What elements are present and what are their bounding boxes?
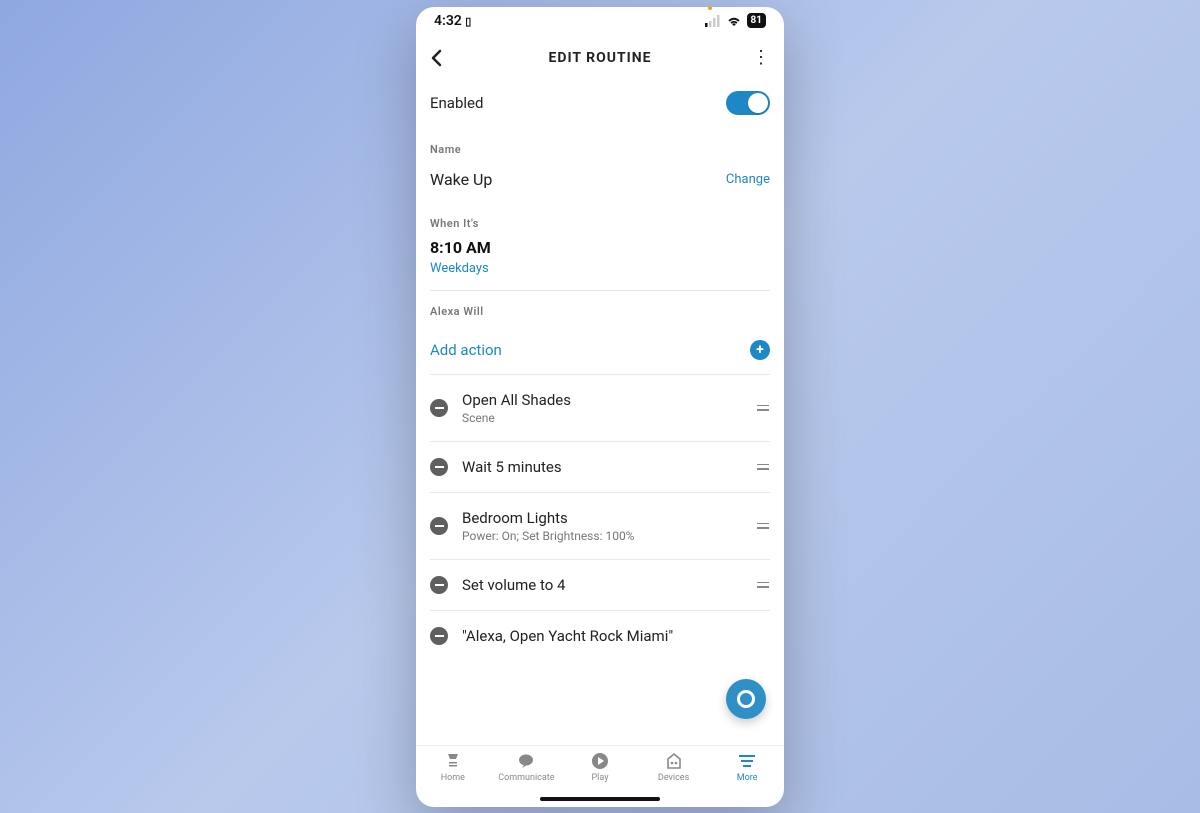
- remove-action-button[interactable]: [430, 517, 448, 535]
- action-title: "Alexa, Open Yacht Rock Miami": [462, 627, 770, 645]
- tab-label: Home: [441, 773, 465, 783]
- add-action-plus-icon[interactable]: +: [750, 340, 770, 360]
- action-title: Set volume to 4: [462, 576, 742, 594]
- enabled-label: Enabled: [430, 94, 483, 112]
- action-title: Bedroom Lights: [462, 509, 742, 527]
- section-label-actions: Alexa Will: [430, 305, 770, 318]
- tab-label: More: [737, 773, 758, 783]
- tab-play[interactable]: Play: [566, 752, 634, 783]
- action-text[interactable]: "Alexa, Open Yacht Rock Miami": [462, 627, 770, 645]
- tab-devices[interactable]: Devices: [640, 752, 708, 783]
- action-title: Wait 5 minutes: [462, 458, 742, 476]
- drag-handle-icon[interactable]: [756, 523, 770, 529]
- section-label-name: Name: [430, 143, 770, 156]
- action-text[interactable]: Wait 5 minutes: [462, 458, 742, 476]
- remove-action-button[interactable]: [430, 458, 448, 476]
- wifi-icon: [726, 15, 742, 27]
- action-title: Open All Shades: [462, 391, 742, 409]
- status-bar: 4:32 ▯ 81: [416, 7, 784, 35]
- devices-icon: [665, 752, 683, 770]
- drag-handle-icon[interactable]: [756, 582, 770, 588]
- schedule-time: 8:10 AM: [430, 238, 770, 257]
- drag-handle-icon[interactable]: [756, 464, 770, 470]
- tab-label: Play: [592, 773, 609, 783]
- privacy-dot-icon: [708, 7, 712, 11]
- schedule-block[interactable]: 8:10 AM Weekdays: [430, 238, 770, 276]
- app-header: EDIT ROUTINE ⋮: [416, 35, 784, 81]
- action-subtitle: Scene: [462, 411, 742, 425]
- status-right: 81: [705, 13, 766, 28]
- action-text[interactable]: Open All Shades Scene: [462, 391, 742, 425]
- routine-name-row: Wake Up Change: [430, 164, 770, 199]
- tab-label: Communicate: [498, 773, 554, 783]
- remove-action-button[interactable]: [430, 399, 448, 417]
- cellular-icon: [705, 15, 721, 27]
- clock-text: 4:32: [434, 13, 462, 29]
- action-subtitle: Power: On; Set Brightness: 100%: [462, 529, 742, 543]
- play-icon: [591, 752, 609, 770]
- tab-communicate[interactable]: Communicate: [492, 752, 560, 783]
- phone-frame: 4:32 ▯ 81: [416, 7, 784, 807]
- status-time: 4:32 ▯: [434, 13, 471, 29]
- enabled-toggle[interactable]: [726, 91, 770, 115]
- action-item: Set volume to 4: [430, 559, 770, 610]
- section-label-when: When It's: [430, 217, 770, 230]
- more-icon: [738, 752, 756, 770]
- home-icon: [444, 752, 462, 770]
- alexa-voice-button[interactable]: [726, 679, 766, 719]
- chat-icon: [517, 752, 535, 770]
- action-item: "Alexa, Open Yacht Rock Miami": [430, 610, 770, 661]
- routine-name-value: Wake Up: [430, 170, 492, 189]
- change-name-link[interactable]: Change: [726, 172, 770, 187]
- tab-more[interactable]: More: [713, 752, 781, 783]
- remove-action-button[interactable]: [430, 576, 448, 594]
- action-text[interactable]: Set volume to 4: [462, 576, 742, 594]
- content-scroll[interactable]: Enabled Name Wake Up Change When It's 8:…: [416, 81, 784, 745]
- action-text[interactable]: Bedroom Lights Power: On; Set Brightness…: [462, 509, 742, 543]
- tab-bar: Home Communicate Play Devices: [416, 745, 784, 807]
- divider: [430, 290, 770, 291]
- action-item: Wait 5 minutes: [430, 441, 770, 492]
- page-title: EDIT ROUTINE: [456, 50, 744, 66]
- alexa-ring-icon: [737, 690, 755, 708]
- back-button[interactable]: [430, 49, 456, 67]
- battery-icon: 81: [747, 13, 766, 28]
- action-item: Open All Shades Scene: [430, 374, 770, 441]
- schedule-repeat: Weekdays: [430, 261, 770, 276]
- home-indicator[interactable]: [540, 797, 660, 801]
- tab-home[interactable]: Home: [419, 752, 487, 783]
- overflow-menu-button[interactable]: ⋮: [744, 47, 770, 68]
- action-item: Bedroom Lights Power: On; Set Brightness…: [430, 492, 770, 559]
- tab-label: Devices: [658, 773, 689, 783]
- add-action-label: Add action: [430, 341, 502, 359]
- drag-handle-icon[interactable]: [756, 405, 770, 411]
- remove-action-button[interactable]: [430, 627, 448, 645]
- add-action-row[interactable]: Add action +: [430, 326, 770, 374]
- enabled-row: Enabled: [430, 81, 770, 125]
